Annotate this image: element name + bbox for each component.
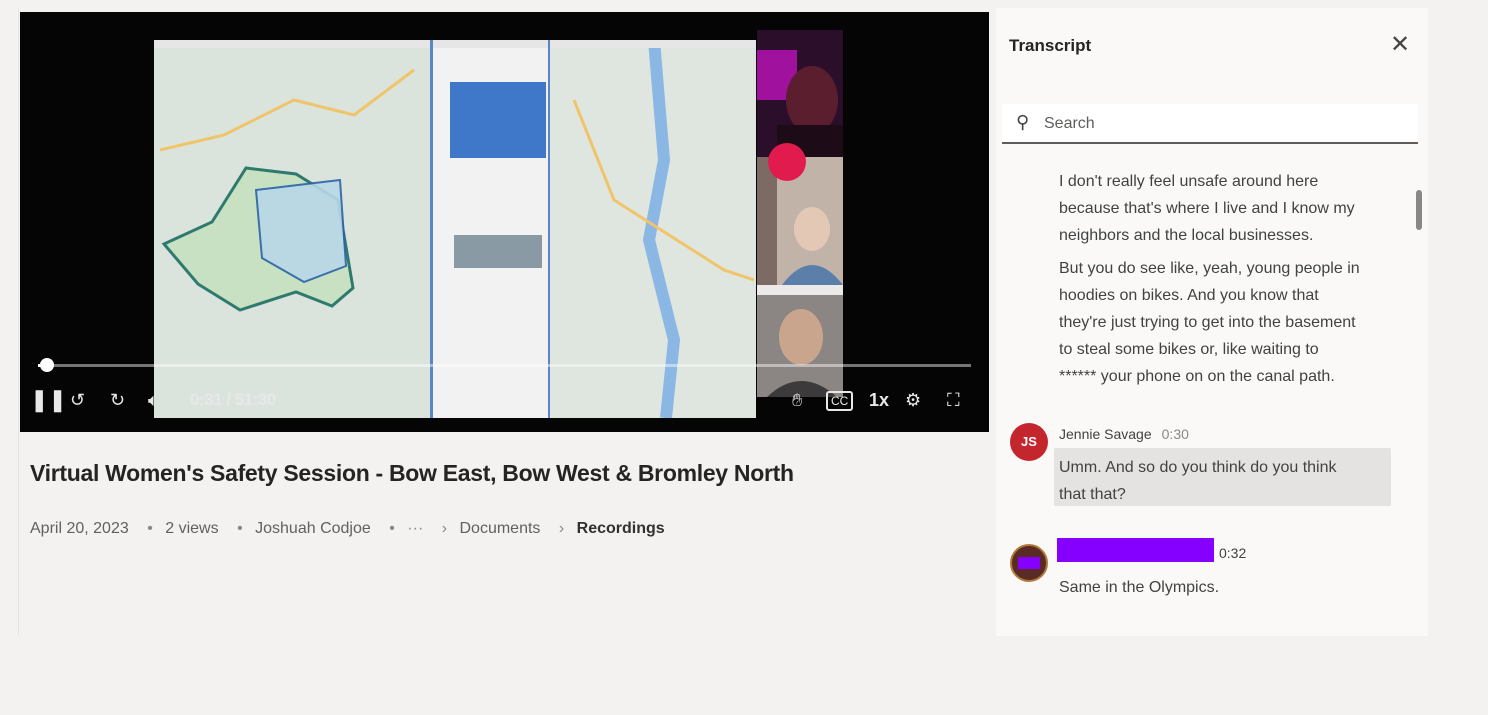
transcript-entry-highlighted[interactable]: Umm. And so do you think do you think th… [1059, 454, 1399, 508]
transcript-entry[interactable]: I don't really feel unsafe around here b… [1059, 168, 1399, 249]
search-icon: ⚲ [1016, 112, 1030, 132]
scrollbar-thumb[interactable] [1416, 190, 1422, 230]
upload-date: April 20, 2023 [30, 520, 129, 537]
progress-bar[interactable] [38, 358, 971, 372]
chevron-right-icon: › [558, 520, 565, 537]
search-input[interactable] [1042, 109, 1406, 139]
captions-icon[interactable]: CC [826, 391, 854, 411]
transcript-entry[interactable]: Same in the Olympics. [1059, 574, 1399, 601]
forward-10-icon[interactable]: ↻ [110, 388, 125, 412]
close-icon[interactable]: ✕ [1390, 30, 1410, 59]
avatar[interactable]: JS [1010, 423, 1048, 461]
redaction-mark [1018, 557, 1040, 569]
speed-button[interactable]: 1x [869, 388, 889, 412]
participant-video-2 [757, 157, 843, 285]
search-box: ⚲ [1002, 104, 1418, 144]
participant-video-3 [757, 285, 843, 397]
fullscreen-icon[interactable]: ⛶ [947, 388, 960, 412]
video-metadata: April 20, 2023 • 2 views • Joshuah Codjo… [30, 520, 671, 538]
progress-thumb[interactable] [40, 358, 55, 372]
participant-video-1 [757, 30, 843, 157]
volume-icon[interactable]: 🔈︎ [148, 388, 159, 412]
speaker-line: Jennie Savage 0:30 [1059, 426, 1189, 442]
chevron-right-icon: › [441, 520, 448, 537]
breadcrumb-documents[interactable]: Documents [460, 520, 541, 537]
recording-indicator [768, 143, 806, 181]
gear-icon[interactable]: ⚙︎ [905, 388, 921, 412]
video-title: Virtual Women's Safety Session - Bow Eas… [30, 460, 794, 486]
separator-dot: • [147, 520, 153, 537]
separator-dot: • [389, 520, 395, 537]
breadcrumb-recordings[interactable]: Recordings [577, 520, 665, 537]
owner-name[interactable]: Joshuah Codjoe [255, 520, 371, 537]
avatar[interactable] [1010, 544, 1048, 582]
timestamp[interactable]: 0:30 [1162, 426, 1189, 442]
transcript-title: Transcript [1009, 36, 1092, 55]
breadcrumb-more[interactable]: ··· [407, 520, 423, 537]
transcript-entry[interactable]: But you do see like, yeah, young people … [1059, 255, 1399, 390]
video-player[interactable]: ❚❚ ↺ ↻ 🔈︎ 0:31 / 51:30 ✋︎ CC 1x ⚙︎ ⛶ [20, 12, 989, 432]
rewind-10-icon[interactable]: ↺ [70, 388, 85, 412]
view-count: 2 views [165, 520, 219, 537]
time-display: 0:31 / 51:30 [190, 390, 276, 409]
pause-icon[interactable]: ❚❚ [30, 388, 67, 412]
redacted-speaker-name [1057, 538, 1214, 562]
speaker-name[interactable]: Jennie Savage [1059, 426, 1152, 442]
raise-hand-icon[interactable]: ✋︎ [792, 388, 802, 412]
separator-dot: • [237, 520, 243, 537]
timestamp[interactable]: 0:32 [1219, 545, 1246, 561]
shared-screen-map [154, 40, 756, 418]
